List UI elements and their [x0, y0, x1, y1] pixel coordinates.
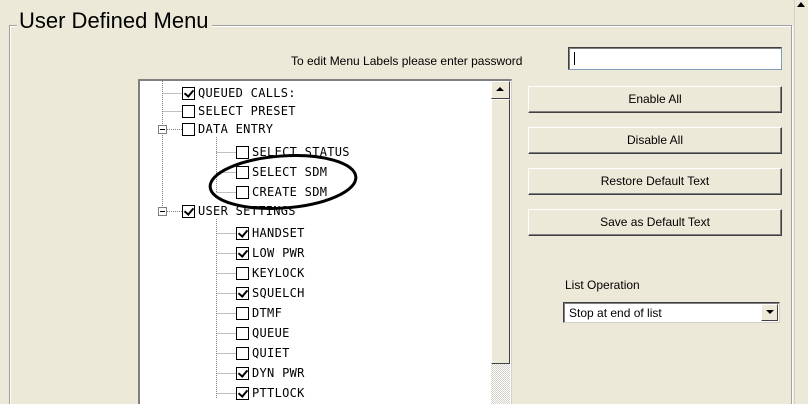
tree-item-user-settings[interactable]: USER SETTINGS [182, 202, 296, 220]
tree-item-queue[interactable]: QUEUE [236, 324, 290, 342]
tree-item-dyn-pwr[interactable]: DYN PWR [236, 364, 305, 382]
tree-item-label: LOW PWR [252, 246, 305, 260]
tree-item-low-pwr[interactable]: LOW PWR [236, 244, 305, 262]
password-label: To edit Menu Labels please enter passwor… [291, 54, 523, 68]
tree-item-label: DATA ENTRY [198, 122, 274, 136]
checkbox-select-sdm[interactable] [236, 165, 249, 179]
tree-item-data-entry[interactable]: DATA ENTRY [182, 120, 273, 138]
checkbox-queue[interactable] [236, 326, 249, 340]
window-client-area: User Defined Menu To edit Menu Labels pl… [0, 0, 808, 404]
password-input[interactable] [568, 47, 782, 70]
tree-item-select-status[interactable]: SELECT STATUS [236, 143, 350, 161]
tree-item-label: PTTLOCK [252, 386, 305, 400]
checkbox-low-pwr[interactable] [236, 246, 249, 260]
tree-item-label: USER SETTINGS [198, 204, 296, 218]
list-operation-selected-value: Stop at end of list [569, 306, 662, 320]
menu-tree[interactable]: QUEUED CALLS: SELECT PRESET DATA ENTRY S… [138, 79, 512, 404]
tree-item-label: QUEUE [252, 326, 290, 340]
checkbox-pttlock[interactable] [236, 386, 249, 400]
restore-default-text-button[interactable]: Restore Default Text [528, 168, 782, 195]
tree-item-pttlock[interactable]: PTTLOCK [236, 384, 305, 402]
checkbox-quiet[interactable] [236, 346, 249, 360]
tree-item-label: SELECT STATUS [252, 145, 350, 159]
tree-item-dtmf[interactable]: DTMF [236, 304, 282, 322]
tree-scrollbar-thumb[interactable] [491, 99, 510, 364]
tree-item-label: QUEUED CALLS: [198, 86, 296, 100]
tree-item-select-preset[interactable]: SELECT PRESET [182, 102, 296, 120]
checkbox-select-status[interactable] [236, 145, 249, 159]
list-operation-label: List Operation [565, 278, 640, 292]
tree-scroll-up-button[interactable] [491, 81, 510, 99]
tree-item-label: CREATE SDM [252, 185, 328, 199]
tree-item-quiet[interactable]: QUIET [236, 344, 290, 362]
tree-item-label: DYN PWR [252, 366, 305, 380]
tree-item-label: KEYLOCK [252, 266, 305, 280]
window-right-edge [794, 0, 808, 404]
tree-item-create-sdm[interactable]: CREATE SDM [236, 183, 327, 201]
checkbox-data-entry[interactable] [182, 122, 195, 136]
checkbox-select-preset[interactable] [182, 104, 195, 118]
save-as-default-text-button[interactable]: Save as Default Text [528, 209, 782, 236]
checkbox-squelch[interactable] [236, 286, 249, 300]
tree-item-label: SELECT SDM [252, 165, 328, 179]
text-caret [574, 52, 575, 65]
tree-item-squelch[interactable]: SQUELCH [236, 284, 305, 302]
tree-item-select-sdm[interactable]: SELECT SDM [236, 163, 327, 181]
tree-item-label: SELECT PRESET [198, 104, 296, 118]
tree-item-handset[interactable]: HANDSET [236, 224, 305, 242]
checkbox-user-settings[interactable] [182, 204, 195, 218]
tree-item-queued-calls[interactable]: QUEUED CALLS: [182, 84, 296, 102]
disable-all-button[interactable]: Disable All [528, 127, 782, 154]
tree-item-label: QUIET [252, 346, 290, 360]
checkbox-queued-calls[interactable] [182, 86, 195, 100]
group-title: User Defined Menu [17, 8, 212, 34]
checkbox-handset[interactable] [236, 226, 249, 240]
tree-item-label: SQUELCH [252, 286, 305, 300]
enable-all-button[interactable]: Enable All [528, 86, 782, 113]
checkbox-dtmf[interactable] [236, 306, 249, 320]
window-scroll-up-arrow-icon[interactable] [797, 2, 805, 7]
checkbox-dyn-pwr[interactable] [236, 366, 249, 380]
checkbox-create-sdm[interactable] [236, 185, 249, 199]
collapse-user-settings-icon[interactable] [158, 207, 167, 216]
list-operation-select[interactable]: Stop at end of list [563, 302, 780, 323]
chevron-down-icon[interactable] [761, 304, 778, 321]
tree-item-keylock[interactable]: KEYLOCK [236, 264, 305, 282]
tree-item-label: HANDSET [252, 226, 305, 240]
collapse-data-entry-icon[interactable] [158, 125, 167, 134]
checkbox-keylock[interactable] [236, 266, 249, 280]
tree-item-label: DTMF [252, 306, 283, 320]
